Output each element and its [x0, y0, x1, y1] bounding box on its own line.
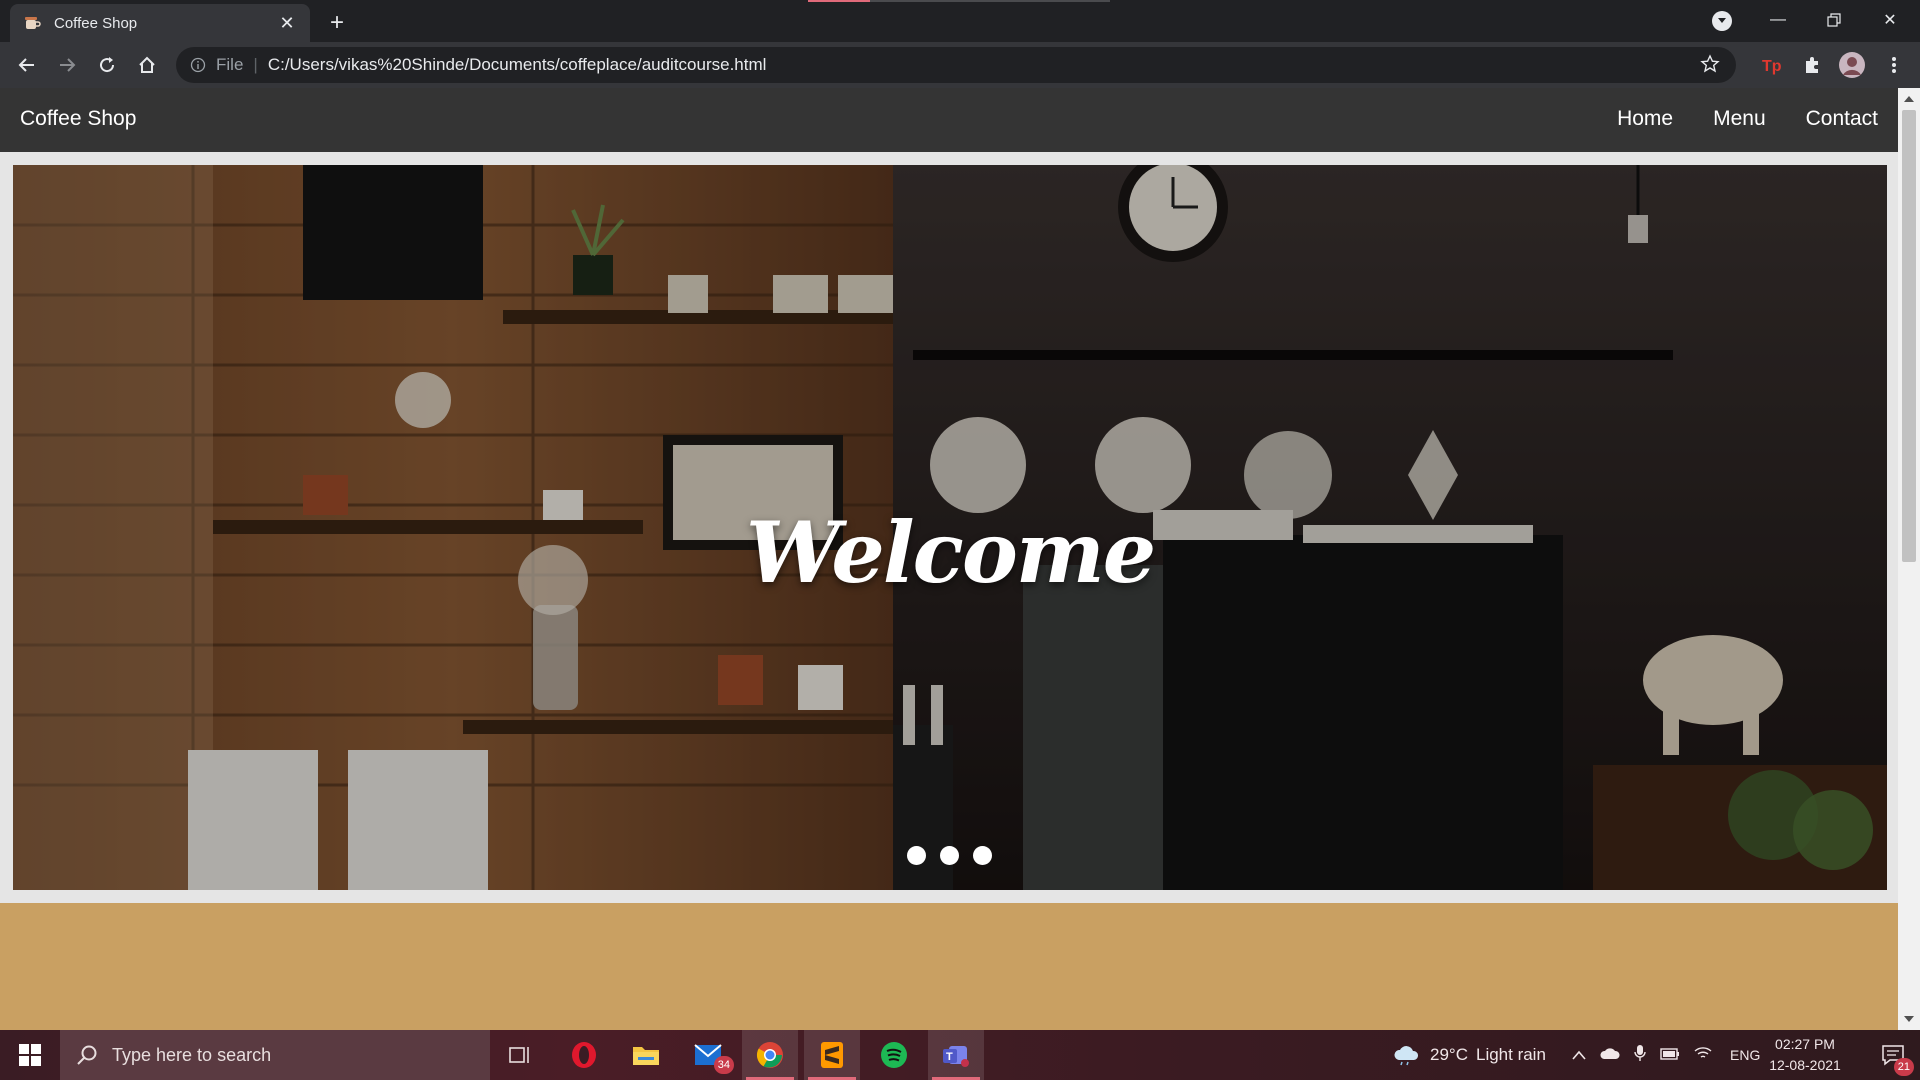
address-bar[interactable]: File | C:/Users/vikas%20Shinde/Documents…: [176, 47, 1736, 83]
loading-track: [870, 0, 1110, 2]
carousel-dot-1[interactable]: [907, 846, 926, 865]
back-icon[interactable]: [12, 50, 42, 80]
scroll-up-icon[interactable]: [1904, 96, 1914, 102]
page-viewport: Coffee Shop Home Menu Contact Welcome: [0, 88, 1898, 1030]
url-scheme: File: [216, 55, 244, 74]
reload-icon[interactable]: [92, 50, 122, 80]
coffee-cup-icon: [22, 13, 42, 33]
carousel-indicators: [907, 846, 992, 865]
clock-time: 02:27 PM: [1775, 1036, 1835, 1052]
cloud-rain-icon: [1394, 1046, 1419, 1066]
spotify-icon[interactable]: [866, 1030, 922, 1080]
opera-icon[interactable]: [556, 1030, 612, 1080]
content-section: [0, 903, 1898, 1030]
battery-icon[interactable]: [1660, 1045, 1680, 1065]
svg-text:T: T: [946, 1051, 953, 1063]
onedrive-icon[interactable]: [1600, 1045, 1620, 1065]
nav-contact-link[interactable]: Contact: [1806, 107, 1878, 131]
info-icon[interactable]: [188, 55, 208, 75]
hero-carousel[interactable]: Welcome: [13, 165, 1887, 890]
teams-icon[interactable]: T: [928, 1030, 984, 1080]
site-navbar: Coffee Shop Home Menu Contact: [0, 88, 1898, 152]
scroll-down-icon[interactable]: [1904, 1016, 1914, 1022]
scrollbar-thumb[interactable]: [1902, 110, 1916, 562]
taskbar-search-box[interactable]: Type here to search: [60, 1030, 490, 1080]
notification-badge: 21: [1893, 1058, 1914, 1076]
tab-strip: Coffee Shop ✕ + — ✕: [0, 0, 1920, 42]
avatar[interactable]: [1838, 51, 1866, 79]
svg-text:Tp: Tp: [1762, 58, 1782, 75]
system-tray: ENG: [1572, 1030, 1760, 1080]
mail-icon[interactable]: 34: [680, 1030, 736, 1080]
chrome-icon[interactable]: [742, 1030, 798, 1080]
bookmark-star-icon[interactable]: [1700, 54, 1722, 76]
nav-menu-link[interactable]: Menu: [1713, 107, 1766, 131]
kebab-menu-icon[interactable]: [1880, 51, 1908, 79]
loading-indicator: [808, 0, 870, 2]
tab-search-icon[interactable]: [1712, 11, 1732, 31]
taskbar: Type here to search 34 T 29°C Light rain…: [0, 1030, 1920, 1080]
hero-heading: Welcome: [745, 503, 1156, 602]
tp-extension-icon[interactable]: Tp: [1758, 51, 1786, 79]
close-tab-icon[interactable]: ✕: [276, 12, 298, 34]
home-icon[interactable]: [132, 50, 162, 80]
weather-widget[interactable]: 29°C Light rain: [1392, 1030, 1546, 1080]
microphone-icon[interactable]: [1634, 1044, 1646, 1067]
windows-start-icon[interactable]: [0, 1030, 60, 1080]
clock-date: 12-08-2021: [1769, 1057, 1841, 1073]
chevron-up-icon[interactable]: [1572, 1045, 1586, 1065]
forward-icon[interactable]: [52, 50, 82, 80]
browser-tab[interactable]: Coffee Shop ✕: [10, 4, 310, 42]
tab-title: Coffee Shop: [54, 14, 138, 32]
browser-toolbar: File | C:/Users/vikas%20Shinde/Documents…: [0, 42, 1920, 88]
mail-badge: 34: [713, 1056, 734, 1074]
search-icon: [77, 1045, 97, 1065]
nav-links: Home Menu Contact: [1617, 107, 1878, 131]
restore-icon[interactable]: [1806, 0, 1862, 40]
url-text: C:/Users/vikas%20Shinde/Documents/coffep…: [267, 55, 767, 74]
system-clock[interactable]: 02:27 PM 12-08-2021: [1762, 1034, 1848, 1076]
page-scrollbar[interactable]: [1898, 88, 1920, 1030]
notification-center-icon[interactable]: 21: [1868, 1030, 1918, 1080]
carousel-dot-3[interactable]: [973, 846, 992, 865]
file-explorer-icon[interactable]: [618, 1030, 674, 1080]
sublime-text-icon[interactable]: [804, 1030, 860, 1080]
wifi-icon[interactable]: [1694, 1045, 1712, 1065]
search-placeholder: Type here to search: [112, 1044, 272, 1065]
weather-condition: Light rain: [1475, 1045, 1546, 1064]
nav-home-link[interactable]: Home: [1617, 107, 1673, 131]
url-separator: |: [253, 55, 258, 74]
carousel-dot-2[interactable]: [940, 846, 959, 865]
new-tab-button[interactable]: +: [322, 8, 352, 38]
task-view-icon[interactable]: [492, 1030, 548, 1080]
minimize-icon[interactable]: —: [1750, 0, 1806, 40]
close-window-icon[interactable]: ✕: [1862, 0, 1918, 40]
language-indicator[interactable]: ENG: [1730, 1047, 1760, 1063]
brand-link[interactable]: Coffee Shop: [20, 107, 136, 131]
puzzle-icon[interactable]: [1798, 51, 1826, 79]
weather-temp: 29°C: [1430, 1045, 1468, 1064]
